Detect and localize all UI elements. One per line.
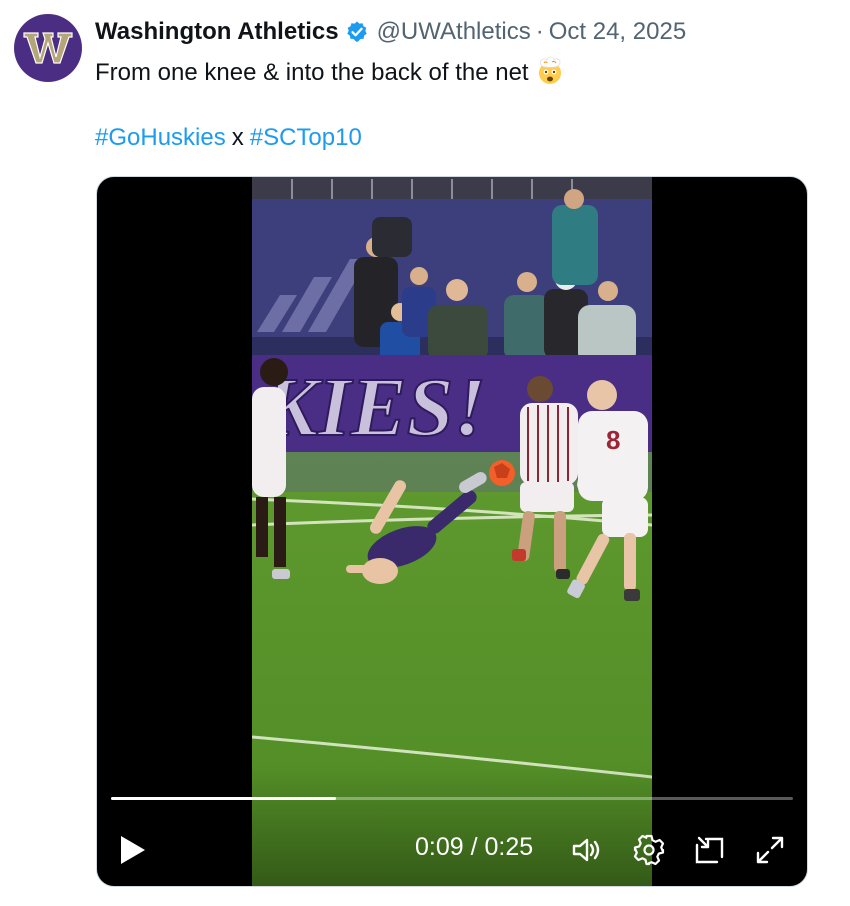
tweet-date[interactable]: Oct 24, 2025: [549, 18, 686, 46]
user-handle[interactable]: @UWAthletics: [377, 18, 531, 46]
progress-bar[interactable]: [111, 797, 793, 800]
exploding-head-emoji-icon: [538, 56, 561, 84]
volume-button[interactable]: [569, 833, 603, 867]
hashtag-gohuskies[interactable]: #GoHuskies: [95, 124, 226, 151]
tweet-text: From one knee & into the back of the net: [95, 56, 565, 89]
fullscreen-icon: [756, 836, 784, 864]
progress-fill: [111, 797, 337, 800]
video-player[interactable]: KIES! 8 0:09 / 0:25: [96, 176, 808, 887]
banner-text: KIES!: [261, 361, 486, 454]
separator-dot: ·: [535, 18, 544, 45]
verified-badge-icon[interactable]: [345, 20, 369, 44]
play-icon[interactable]: [115, 831, 149, 869]
gear-icon: [633, 834, 665, 866]
display-name[interactable]: Washington Athletics: [95, 18, 339, 46]
controls-overlay: [97, 766, 807, 886]
time-display: 0:09 / 0:25: [415, 833, 534, 861]
hashtag-joiner: x: [231, 124, 244, 151]
volume-icon: [572, 838, 600, 862]
avatar[interactable]: [14, 14, 82, 82]
pip-button[interactable]: [693, 833, 727, 867]
tweet-header: Washington Athletics @UWAthletics · Oct …: [95, 16, 686, 48]
hashtag-line: #GoHuskies x #SCTop10: [95, 122, 362, 154]
tweet-text-body: From one knee & into the back of the net: [95, 59, 529, 86]
fullscreen-button[interactable]: [753, 833, 787, 867]
hashtag-sctop10[interactable]: #SCTop10: [250, 124, 362, 151]
picture-in-picture-icon: [695, 836, 724, 864]
uw-logo-icon: [23, 32, 73, 64]
jersey-number: 8: [606, 425, 620, 455]
settings-button[interactable]: [632, 833, 666, 867]
